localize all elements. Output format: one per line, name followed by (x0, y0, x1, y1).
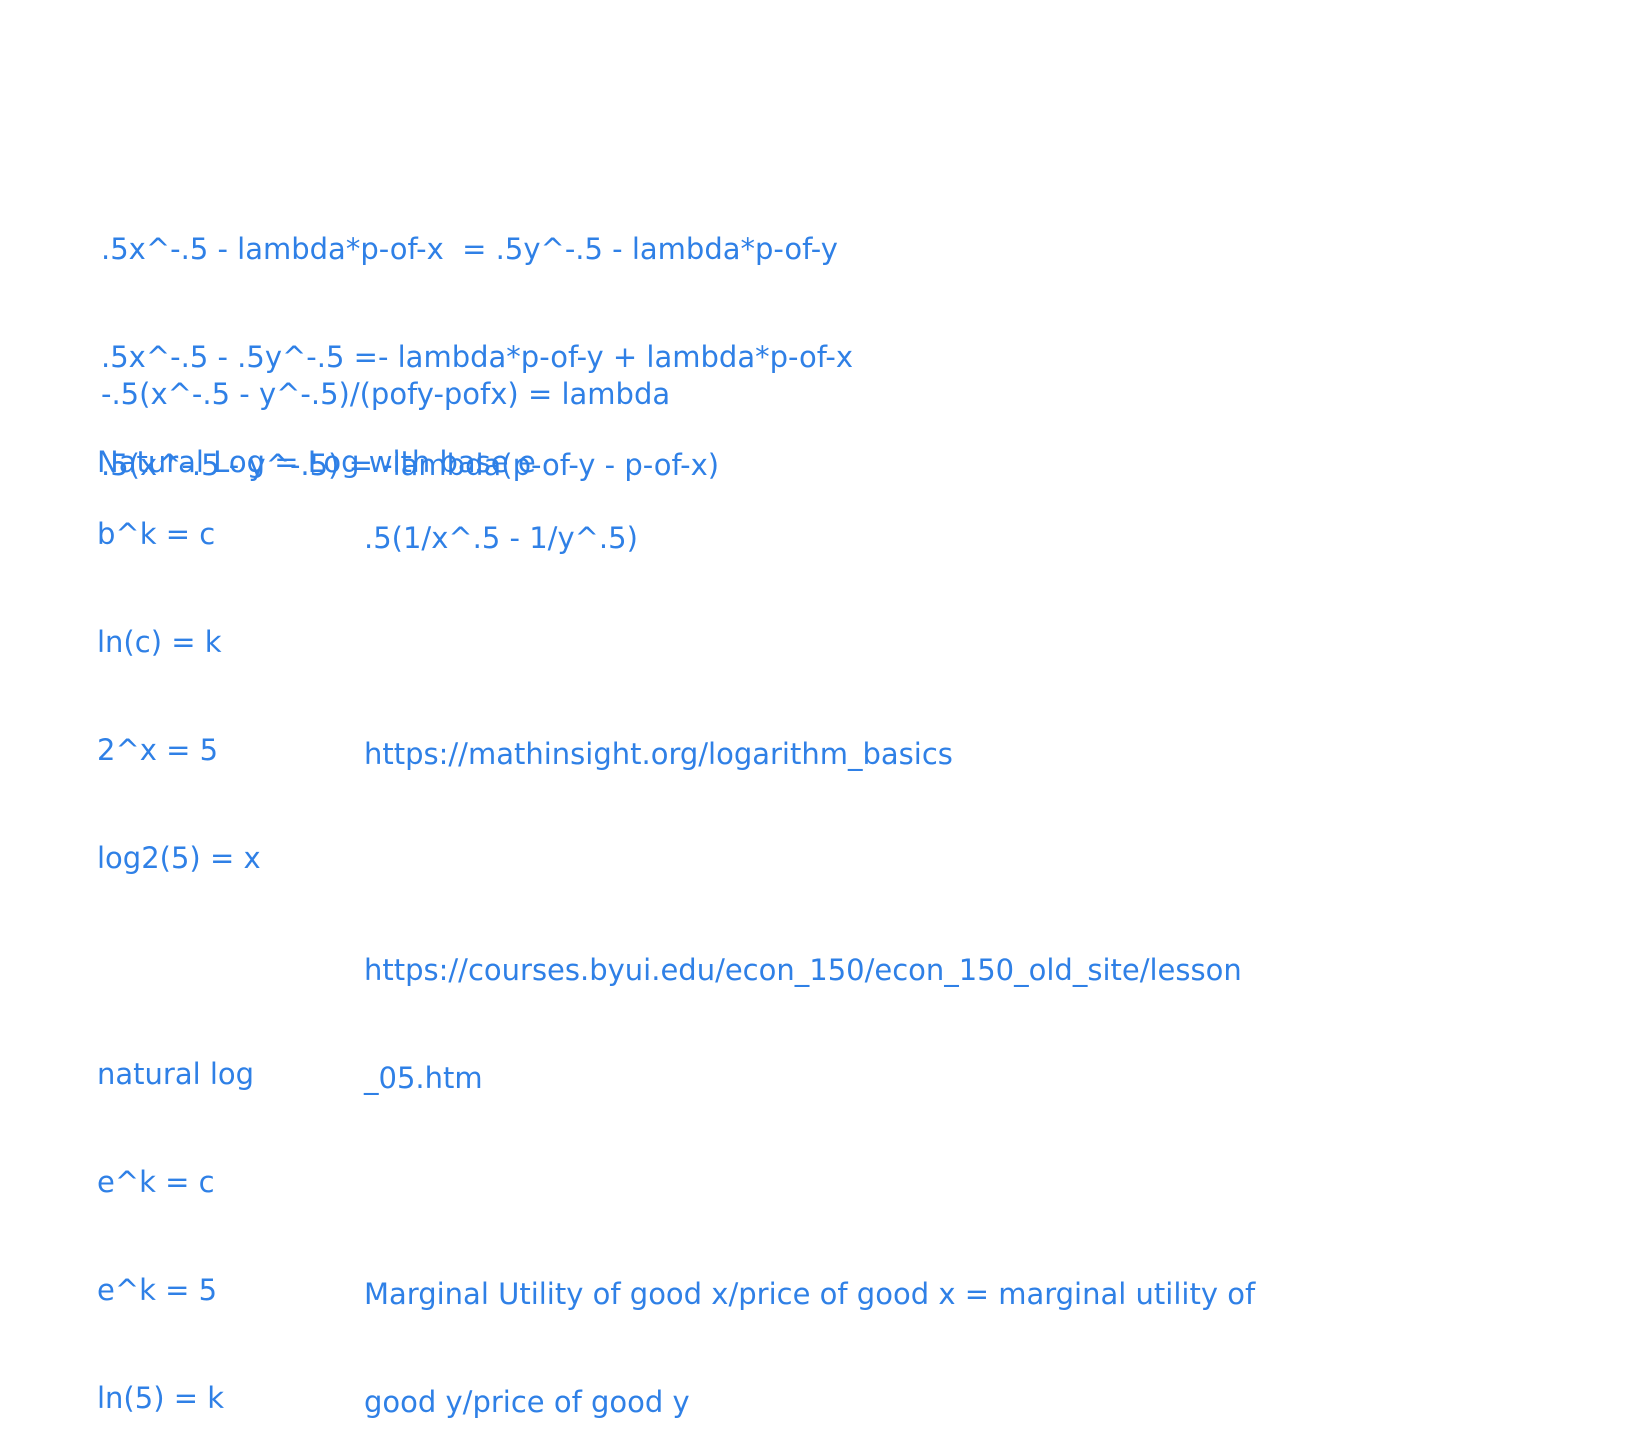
log-examples-block: b^k = c ln(c) = k 2^x = 5 log2(5) = x na… (97, 444, 261, 1452)
equation-line: .5x^-.5 - lambda*p-of-x = .5y^-.5 - lamb… (101, 232, 838, 266)
log-example-line: log2(5) = x (97, 841, 261, 875)
marginal-utility-rule-line-2: good y/price of good y (364, 1385, 690, 1419)
log-example-line: e^k = c (97, 1165, 215, 1199)
log-example-line: ln(5) = k (97, 1381, 225, 1415)
utility-expression: .5(1/x^.5 - 1/y^.5) (364, 521, 638, 555)
log-example-line: 2^x = 5 (97, 733, 219, 767)
byui-link-line-2[interactable]: _05.htm (364, 1060, 1255, 1096)
mathinsight-link[interactable]: https://mathinsight.org/logarithm_basics (364, 736, 1255, 772)
log-example-line: b^k = c (97, 517, 216, 551)
log-example-line: ln(c) = k (97, 625, 222, 659)
byui-link-line-1[interactable]: https://courses.byui.edu/econ_150/econ_1… (364, 952, 1255, 988)
log-example-line (97, 948, 261, 984)
marginal-utility-rule-line-1: Marginal Utility of good x/price of good… (364, 1277, 1256, 1311)
notes-block: .5(1/x^.5 - 1/y^.5) https://mathinsight.… (364, 448, 1255, 1456)
log-example-line: natural log (97, 1057, 255, 1091)
log-example-line: e^k = 5 (97, 1273, 218, 1307)
